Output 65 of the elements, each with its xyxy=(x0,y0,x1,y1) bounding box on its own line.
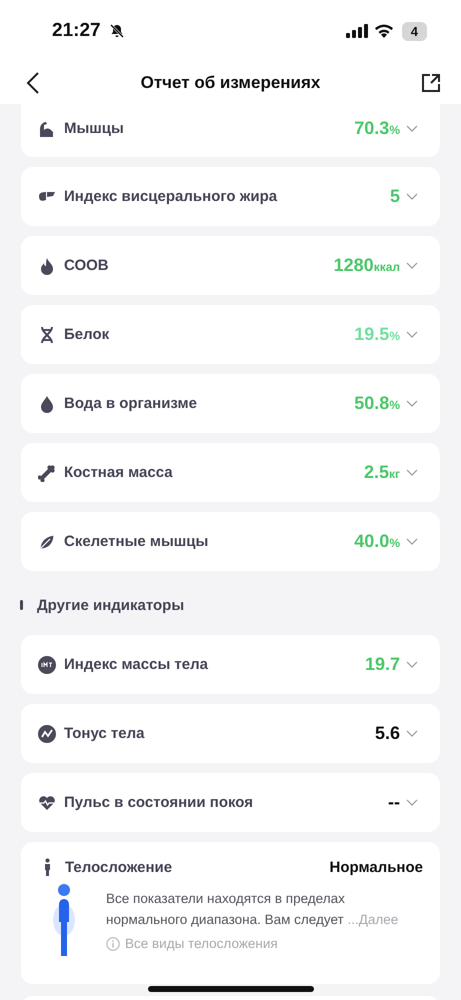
metric-row[interactable]: Костная масса 2.5кг xyxy=(21,443,440,502)
metric-name: СООВ xyxy=(64,257,110,274)
metric-name: Скелетные мышцы xyxy=(64,533,210,550)
metric-value: 70.3% xyxy=(354,118,400,139)
metric-name: Мышцы xyxy=(64,120,125,137)
bone-icon xyxy=(38,464,56,482)
muscle-icon xyxy=(38,120,56,138)
metric-row[interactable]: СООВ 1280ккал xyxy=(21,236,440,295)
metric-row[interactable]: Индекс массы тела 19.7 xyxy=(21,635,440,694)
metric-row[interactable]: Скелетные мышцы 40.0% xyxy=(21,512,440,571)
chevron-icon xyxy=(406,192,418,200)
metric-row[interactable]: Пульс в состоянии покоя -- xyxy=(21,773,440,832)
section-title: Другие индикаторы xyxy=(37,596,184,614)
metric-row[interactable]: Индекс висцерального жира 5 xyxy=(21,167,440,226)
chevron-icon xyxy=(406,538,418,546)
status-time: 21:27 xyxy=(52,20,101,42)
metric-value: 50.8% xyxy=(354,393,400,414)
metric-value: 2.5кг xyxy=(364,462,400,483)
chevron-icon xyxy=(406,400,418,408)
metric-name: Костная масса xyxy=(64,464,174,481)
metric-value: 1280ккал xyxy=(334,255,400,276)
muted-bell-icon xyxy=(108,23,125,39)
body-type-title: Телосложение xyxy=(65,858,174,876)
metric-name: Белок xyxy=(64,326,110,343)
drop-icon xyxy=(38,394,56,412)
dna-icon xyxy=(38,326,56,344)
chevron-icon xyxy=(406,262,418,270)
signal-icon xyxy=(346,24,368,38)
metric-row[interactable]: Вода в организме 50.8% xyxy=(21,374,440,433)
body-type-description: Все показатели находятся в пределах нормального диапазона. Вам следует ...Далее xyxy=(106,890,400,929)
chevron-icon xyxy=(406,330,418,338)
metric-row[interactable]: Тонус тела 5.6 xyxy=(21,704,440,763)
metric-value: -- xyxy=(388,792,400,813)
chevron-icon xyxy=(406,798,418,806)
chevron-icon xyxy=(406,468,418,476)
metric-value: 5 xyxy=(390,186,400,207)
metric-name: Пульс в состоянии покоя xyxy=(64,794,254,811)
back-icon[interactable] xyxy=(26,72,40,94)
leaf-icon xyxy=(38,532,56,550)
battery-indicator: 4 xyxy=(402,22,427,40)
metric-row[interactable]: Белок 19.5% xyxy=(21,305,440,364)
flame-icon xyxy=(38,256,56,274)
body-type-result: Нормальное xyxy=(329,858,423,876)
share-icon[interactable] xyxy=(421,73,441,93)
metric-value: 40.0% xyxy=(354,531,400,552)
chevron-icon xyxy=(406,730,418,738)
chevron-icon xyxy=(406,124,418,132)
metric-name: Вода в организме xyxy=(64,395,198,412)
page-title: Отчет об измерениях xyxy=(140,73,320,93)
metric-row[interactable]: Мышцы 70.3% xyxy=(21,104,440,157)
metric-value: 19.5% xyxy=(354,324,400,345)
body-figure-drawing xyxy=(52,884,76,956)
info-icon xyxy=(106,936,120,950)
wifi-icon xyxy=(374,24,394,38)
metric-name: Индекс висцерального жира xyxy=(64,188,278,205)
metric-name: Тонус тела xyxy=(64,725,146,742)
trend-icon xyxy=(38,724,56,742)
metric-name: Индекс массы тела xyxy=(64,656,209,673)
metric-value: 19.7 xyxy=(364,654,400,675)
heartbeat-icon xyxy=(38,794,56,812)
person-icon xyxy=(44,858,51,876)
metric-value: 5.6 xyxy=(374,723,400,744)
section-marker xyxy=(20,600,23,610)
chevron-icon xyxy=(406,660,418,668)
badge-icon xyxy=(38,656,56,674)
